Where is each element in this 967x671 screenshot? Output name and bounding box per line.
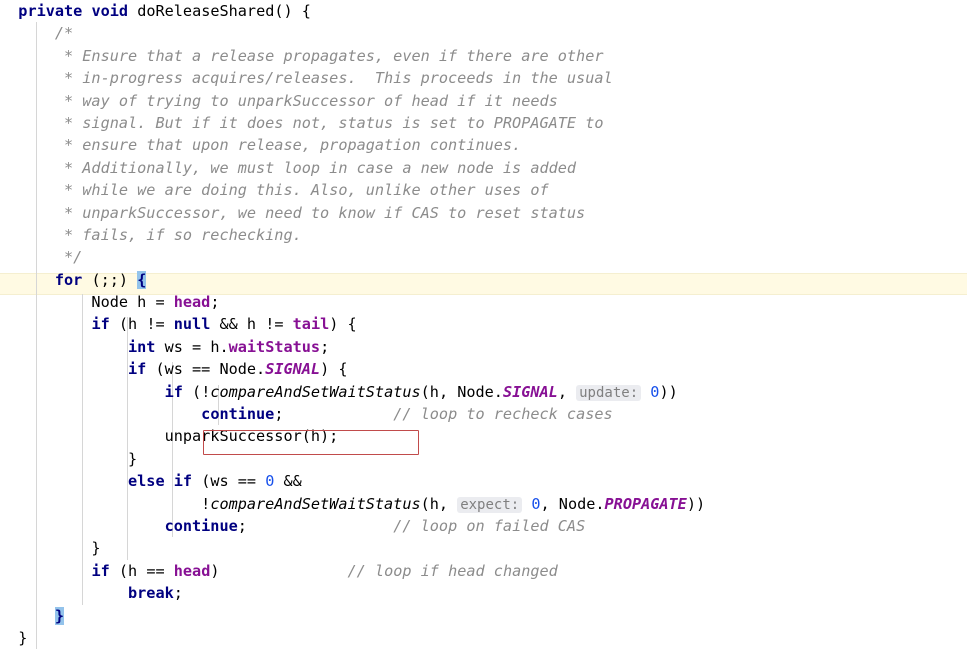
code-line[interactable]: * unparkSuccessor, we need to know if CA… [0,202,967,224]
code-line[interactable]: * Additionally, we must loop in case a n… [0,157,967,179]
code-lines: private void doReleaseShared() { /* * En… [0,0,967,649]
code-line[interactable]: * ensure that upon release, propagation … [0,134,967,156]
code-line[interactable]: } [0,605,967,627]
code-line-current[interactable]: for (;;) { [0,269,967,291]
code-line[interactable]: * way of trying to unparkSuccessor of he… [0,90,967,112]
code-line[interactable]: unparkSuccessor(h); [0,425,967,447]
code-line[interactable]: */ [0,246,967,268]
brace-match-close: } [54,606,65,625]
code-line[interactable]: if (!compareAndSetWaitStatus(h, Node.SIG… [0,381,967,403]
code-line[interactable]: } [0,448,967,470]
code-line[interactable]: break; [0,582,967,604]
code-line[interactable]: private void doReleaseShared() { [0,0,967,22]
code-editor[interactable]: private void doReleaseShared() { /* * En… [0,0,967,671]
code-line[interactable]: * Ensure that a release propagates, even… [0,45,967,67]
code-line[interactable]: } [0,627,967,649]
inlay-hint-update: update: [576,384,642,401]
code-line[interactable]: int ws = h.waitStatus; [0,336,967,358]
code-line[interactable]: else if (ws == 0 && [0,470,967,492]
inlay-hint-expect: expect: [457,496,523,513]
code-line[interactable]: if (ws == Node.SIGNAL) { [0,358,967,380]
code-line[interactable]: !compareAndSetWaitStatus(h, expect: 0, N… [0,493,967,515]
code-line[interactable]: * fails, if so rechecking. [0,224,967,246]
code-line[interactable]: if (h == head) // loop if head changed [0,560,967,582]
code-line[interactable]: * in-progress acquires/releases. This pr… [0,67,967,89]
code-line[interactable]: * signal. But if it does not, status is … [0,112,967,134]
code-line[interactable]: } [0,537,967,559]
code-line[interactable]: Node h = head; [0,291,967,313]
code-line[interactable]: /* [0,22,967,44]
brace-match-open: { [137,270,147,289]
code-line[interactable]: continue; // loop on failed CAS [0,515,967,537]
code-line[interactable]: if (h != null && h != tail) { [0,313,967,335]
code-line[interactable]: continue; // loop to recheck cases [0,403,967,425]
code-line[interactable]: * while we are doing this. Also, unlike … [0,179,967,201]
